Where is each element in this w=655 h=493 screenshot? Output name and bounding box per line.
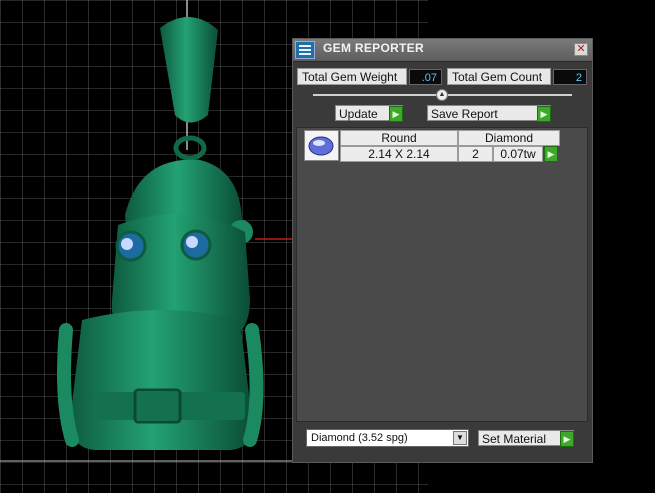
total-gem-weight-label: Total Gem Weight xyxy=(297,68,407,85)
gem-size-cell: 2.14 X 2.14 xyxy=(340,146,458,162)
total-gem-count-value: 2 xyxy=(553,69,587,85)
set-material-button[interactable]: Set Material ▶ xyxy=(478,430,574,447)
total-gem-weight-value: .07 xyxy=(409,69,442,85)
gem-weight-cell: 0.07tw xyxy=(493,146,543,162)
gem-material-header: Diamond xyxy=(458,130,560,146)
set-material-button-label: Set Material xyxy=(482,432,547,446)
total-gem-count-label: Total Gem Count xyxy=(447,68,551,85)
save-report-button[interactable]: Save Report ▶ xyxy=(427,105,551,122)
gem-reporter-app-icon xyxy=(295,41,315,59)
green-arrow-icon[interactable]: ▶ xyxy=(389,106,403,122)
update-button[interactable]: Update ▶ xyxy=(335,105,403,122)
green-arrow-icon[interactable]: ▶ xyxy=(544,146,558,162)
gem-reporter-panel: GEM REPORTER ✕ Total Gem Weight .07 Tota… xyxy=(292,38,593,463)
material-dropdown-value: Diamond (3.52 spg) xyxy=(311,432,408,444)
round-gem-icon[interactable] xyxy=(304,130,339,161)
chevron-down-icon[interactable]: ▼ xyxy=(453,431,467,445)
green-arrow-icon[interactable]: ▶ xyxy=(537,106,551,122)
close-icon[interactable]: ✕ xyxy=(574,43,588,56)
update-button-label: Update xyxy=(339,107,378,121)
green-arrow-icon[interactable]: ▶ xyxy=(560,431,574,447)
window-title: GEM REPORTER xyxy=(323,41,424,55)
gem-count-cell: 2 xyxy=(458,146,493,162)
gem-list: Round Diamond 2.14 X 2.14 2 0.07tw ▶ xyxy=(296,127,588,422)
material-dropdown[interactable]: Diamond (3.52 spg) ▼ xyxy=(306,429,469,447)
slider-knob-icon[interactable]: ▲ xyxy=(436,89,448,101)
gem-shape-header: Round xyxy=(340,130,458,146)
save-report-button-label: Save Report xyxy=(431,107,498,121)
title-bar[interactable]: GEM REPORTER ✕ xyxy=(293,39,592,62)
